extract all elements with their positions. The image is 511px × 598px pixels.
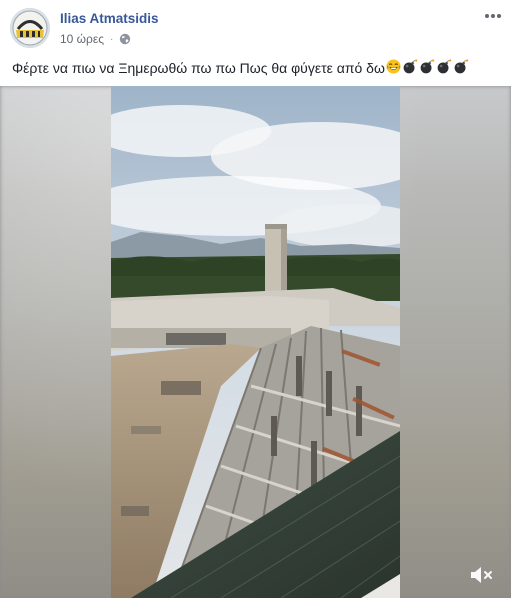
author-avatar[interactable] bbox=[10, 8, 50, 48]
speaker-muted-icon[interactable] bbox=[469, 564, 495, 586]
stadium-construction-video[interactable] bbox=[111, 86, 400, 598]
more-options-icon[interactable] bbox=[483, 6, 503, 26]
bomb-emoji bbox=[402, 59, 418, 79]
globe-icon[interactable] bbox=[119, 33, 131, 45]
bomb-emoji bbox=[419, 59, 435, 79]
bomb-emoji bbox=[453, 59, 469, 79]
post-caption: Φέρτε να πιω να Ξημερωθώ πω πω Πως θα φύ… bbox=[12, 58, 500, 80]
post-timestamp[interactable]: 10 ώρες bbox=[60, 32, 104, 46]
author-name[interactable]: Ilias Atmatsidis bbox=[60, 11, 159, 26]
bomb-emoji bbox=[436, 59, 452, 79]
video-player[interactable] bbox=[0, 86, 511, 598]
meta-separator: · bbox=[110, 33, 114, 45]
facebook-post: Ilias Atmatsidis 10 ώρες · Φέρτε να πιω … bbox=[0, 0, 511, 598]
laughing-crying-emoji bbox=[386, 59, 401, 79]
caption-text: Φέρτε να πιω να Ξημερωθώ πω πω Πως θα φύ… bbox=[12, 60, 385, 76]
post-meta: 10 ώρες · bbox=[60, 31, 131, 47]
post-header: Ilias Atmatsidis 10 ώρες · bbox=[0, 0, 511, 56]
